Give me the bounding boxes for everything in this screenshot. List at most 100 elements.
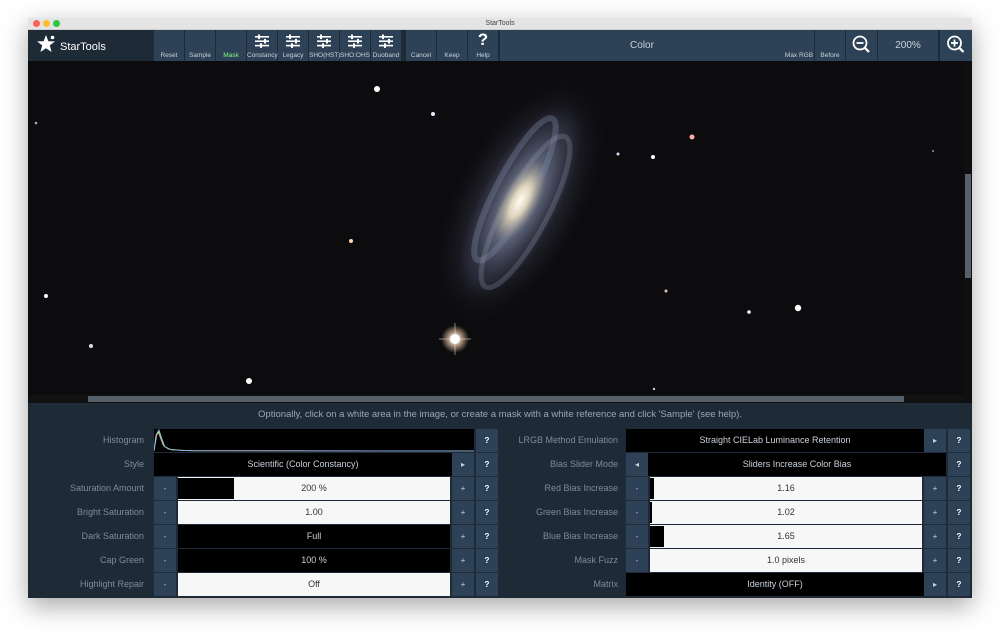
zoom-level: 200% (878, 30, 938, 61)
histogram-label: Histogram (102, 435, 144, 445)
dark-saturation-decrease[interactable]: - (154, 525, 176, 548)
duoband-label: Duoband (372, 52, 400, 59)
zoom-in-icon (947, 35, 965, 53)
legacy-button[interactable]: Legacy (278, 30, 308, 61)
bright-saturation-help-button[interactable]: ? (476, 501, 498, 524)
startools-window: StarTools StarTools Reset Sample Mask Co… (28, 18, 972, 598)
lrgb-method-value[interactable]: Straight CIELab Luminance Retention (626, 429, 924, 452)
blue-bias-slider[interactable]: 1.65 (650, 525, 922, 548)
highlight-repair-help-button[interactable]: ? (476, 573, 498, 596)
bias-slider-mode-value[interactable]: Sliders Increase Color Bias (648, 453, 946, 476)
bright-saturation-decrease[interactable]: - (154, 501, 176, 524)
mask-fuzz-increase[interactable]: + (924, 549, 946, 572)
max-rgb-button[interactable]: Max RGB (784, 30, 814, 61)
bright-saturation-slider[interactable]: 1.00 (178, 501, 450, 524)
sample-label: Sample (188, 52, 212, 59)
constancy-button[interactable]: Constancy (247, 30, 278, 61)
preset-sliders-icon (286, 34, 300, 48)
red-bias-slider[interactable]: 1.16 (650, 477, 922, 500)
green-bias-increase[interactable]: + (924, 501, 946, 524)
reset-label: Reset (160, 52, 178, 59)
blue-bias-fill (650, 526, 664, 547)
mask-fuzz-help-button[interactable]: ? (948, 549, 970, 572)
histogram-help-button[interactable]: ? (476, 429, 498, 452)
saturation-amount-value: 200 % (301, 483, 327, 493)
cap-green-label: Cap Green (99, 555, 144, 565)
cancel-button[interactable]: Cancel (406, 30, 436, 61)
mask-fuzz-value: 1.0 pixels (766, 555, 806, 565)
before-button[interactable]: Before (815, 30, 845, 61)
legacy-label: Legacy (282, 52, 304, 59)
horizontal-scrollbar[interactable] (28, 395, 964, 403)
sho-ohs-button[interactable]: SHO:OHS (340, 30, 370, 61)
mask-fuzz-slider[interactable]: 1.0 pixels (650, 549, 922, 572)
zoom-in-button[interactable] (940, 30, 972, 61)
vertical-scrollbar[interactable] (964, 61, 972, 403)
cancel-label: Cancel (410, 52, 432, 59)
module-title: Color (500, 30, 784, 61)
green-bias-help-button[interactable]: ? (948, 501, 970, 524)
duoband-button[interactable]: Duoband (371, 30, 401, 61)
preset-sliders-icon (317, 34, 331, 48)
style-label: Style (123, 459, 144, 469)
sample-button[interactable]: Sample (185, 30, 215, 61)
window-title: StarTools (485, 20, 515, 27)
style-value[interactable]: Scientific (Color Constancy) (154, 453, 452, 476)
saturation-amount-fill (178, 478, 234, 499)
red-bias-fill (650, 478, 654, 499)
image-viewport[interactable] (28, 61, 964, 395)
red-bias-increase[interactable]: + (924, 477, 946, 500)
before-label: Before (820, 52, 840, 59)
help-label: Help (476, 52, 490, 59)
blue-bias-value: 1.65 (777, 531, 795, 541)
cap-green-help-button[interactable]: ? (476, 549, 498, 572)
bias-slider-mode-label: Bias Slider Mode (549, 459, 618, 469)
green-bias-decrease[interactable]: - (626, 501, 648, 524)
blue-bias-decrease[interactable]: - (626, 525, 648, 548)
preset-sliders-icon (379, 34, 393, 48)
matrix-value[interactable]: Identity (OFF) (626, 573, 924, 596)
saturation-amount-decrease[interactable]: - (154, 477, 176, 500)
saturation-amount-help-button[interactable]: ? (476, 477, 498, 500)
red-bias-help-button[interactable]: ? (948, 477, 970, 500)
saturation-amount-increase[interactable]: + (452, 477, 474, 500)
saturation-amount-slider[interactable]: 200 % (178, 477, 450, 500)
cap-green-decrease[interactable]: - (154, 549, 176, 572)
help-button[interactable]: ? Help (468, 30, 498, 61)
blue-bias-label: Blue Bias Increase (542, 531, 618, 541)
app-logo: StarTools (28, 30, 154, 61)
lrgb-method-next-button[interactable]: ▸ (924, 429, 946, 452)
mask-button[interactable]: Mask (216, 30, 246, 61)
reset-button[interactable]: Reset (154, 30, 184, 61)
mask-fuzz-decrease[interactable]: - (626, 549, 648, 572)
cap-green-value[interactable]: 100 % (178, 549, 450, 572)
dark-saturation-value[interactable]: Full (178, 525, 450, 548)
highlight-repair-increase[interactable]: + (452, 573, 474, 596)
keep-button[interactable]: Keep (437, 30, 467, 61)
style-help-button[interactable]: ? (476, 453, 498, 476)
dark-saturation-help-button[interactable]: ? (476, 525, 498, 548)
bias-slider-mode-help-button[interactable]: ? (948, 453, 970, 476)
keep-label: Keep (444, 52, 460, 59)
horizontal-scroll-thumb[interactable] (88, 396, 904, 402)
bright-saturation-increase[interactable]: + (452, 501, 474, 524)
constancy-label: Constancy (247, 52, 278, 59)
highlight-repair-slider[interactable]: Off (178, 573, 450, 596)
dark-saturation-increase[interactable]: + (452, 525, 474, 548)
matrix-next-button[interactable]: ▸ (924, 573, 946, 596)
question-mark-icon: ? (477, 30, 489, 49)
blue-bias-help-button[interactable]: ? (948, 525, 970, 548)
vertical-scroll-thumb[interactable] (965, 174, 971, 278)
highlight-repair-decrease[interactable]: - (154, 573, 176, 596)
cap-green-increase[interactable]: + (452, 549, 474, 572)
style-next-button[interactable]: ▸ (452, 453, 474, 476)
green-bias-slider[interactable]: 1.02 (650, 501, 922, 524)
matrix-help-button[interactable]: ? (948, 573, 970, 596)
bias-slider-mode-prev-button[interactable]: ◂ (626, 453, 648, 476)
lrgb-method-help-button[interactable]: ? (948, 429, 970, 452)
bright-saturation-value: 1.00 (305, 507, 323, 517)
sho-hst-button[interactable]: SHO(HST) (309, 30, 340, 61)
blue-bias-increase[interactable]: + (924, 525, 946, 548)
zoom-out-button[interactable] (846, 30, 877, 61)
red-bias-decrease[interactable]: - (626, 477, 648, 500)
